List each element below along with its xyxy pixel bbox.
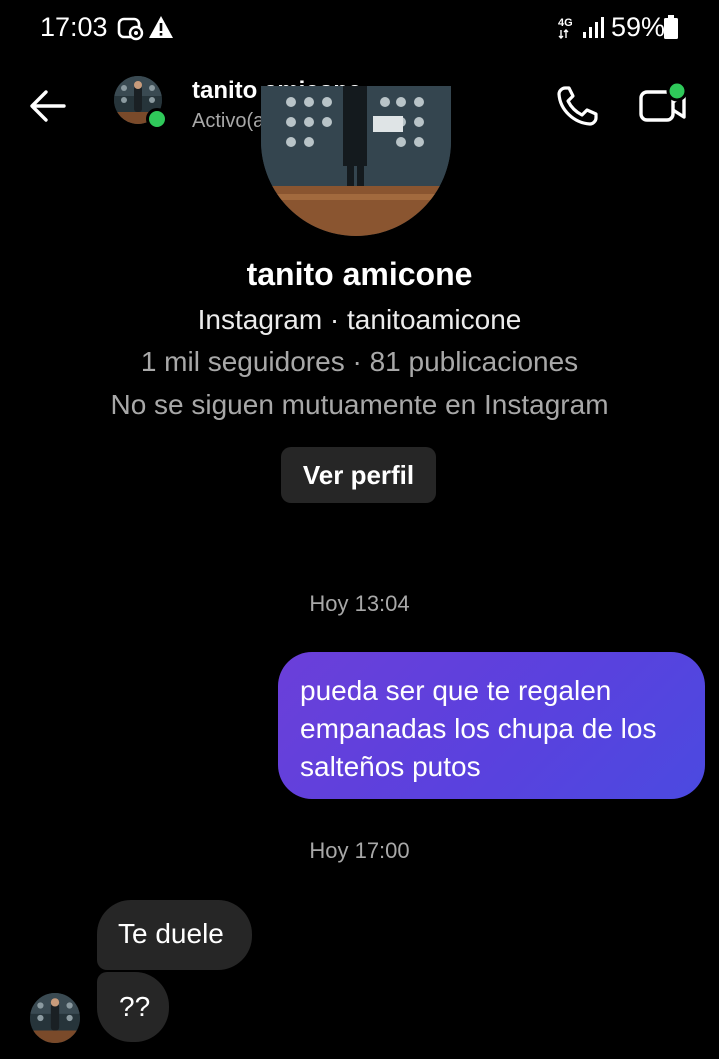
sender-avatar[interactable] <box>30 993 80 1043</box>
online-indicator <box>146 108 168 130</box>
received-message-bubble[interactable]: ?? <box>97 972 169 1042</box>
network-4g-icon: 4G <box>558 17 604 39</box>
profile-name: tanito amicone <box>246 256 473 292</box>
view-profile-button[interactable]: Ver perfil <box>281 447 436 503</box>
sent-message-line: pueda ser que te regalen <box>300 675 612 706</box>
sent-message-bubble[interactable]: pueda ser que te regalen empanadas los c… <box>278 652 705 799</box>
status-bar: 17:03 4G 59% <box>0 0 719 56</box>
sent-message-line: empanadas los chupa de los <box>300 713 657 744</box>
status-time: 17:03 <box>40 12 108 42</box>
profile-stats: 1 mil seguidores · 81 publicaciones <box>140 346 579 377</box>
received-message-text: ?? <box>119 991 151 1022</box>
sender-avatar-photo <box>30 993 80 1043</box>
message-timestamp: Hoy 13:04 <box>309 591 410 616</box>
profile-photo-image <box>261 86 451 236</box>
screen-record-icon <box>117 17 144 41</box>
warning-icon <box>149 16 173 38</box>
profile-follow-status: No se siguen mutuamente en Instagram <box>110 389 609 420</box>
received-message-text: Te duele <box>118 918 224 949</box>
received-message-bubble[interactable]: Te duele <box>97 900 252 970</box>
header-avatar[interactable] <box>114 76 168 130</box>
svg-text:4G: 4G <box>558 17 573 29</box>
chat-screen: 17:03 4G 59% tanito Activo(a) ahora tani… <box>0 0 719 1059</box>
phone-call-icon[interactable] <box>552 82 604 130</box>
battery-icon <box>664 15 678 39</box>
back-arrow-icon[interactable] <box>24 82 72 130</box>
sent-message-line: salteños putos <box>300 751 481 782</box>
profile-instagram-handle: Instagram · tanitoamicone <box>197 304 522 335</box>
video-call-icon[interactable] <box>636 80 690 130</box>
message-timestamp: Hoy 17:00 <box>309 838 410 863</box>
battery-percentage: 59% <box>611 12 666 42</box>
profile-photo[interactable] <box>261 86 451 236</box>
